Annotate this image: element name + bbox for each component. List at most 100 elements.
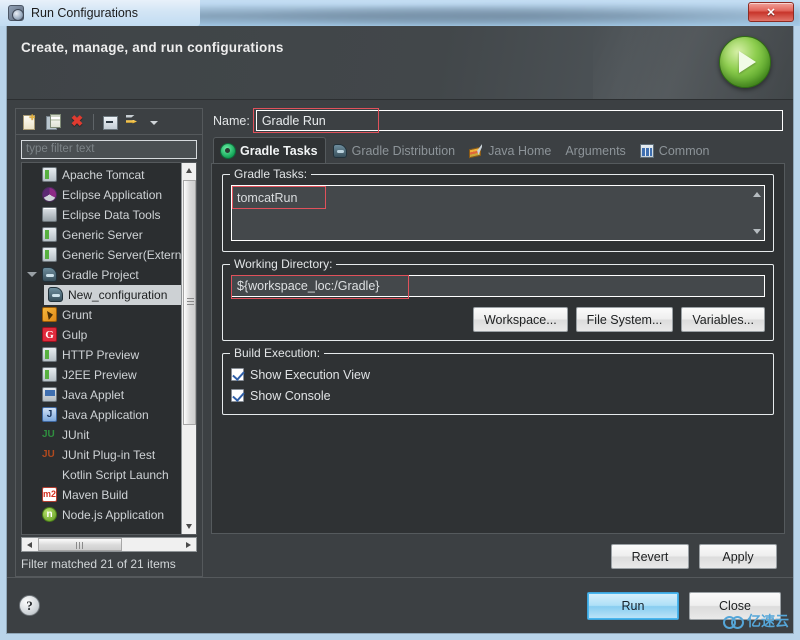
tree-item[interactable]: J2EE Preview <box>22 365 181 385</box>
blank-icon <box>42 467 57 482</box>
checkbox-label: Show Execution View <box>250 367 370 382</box>
common-icon <box>639 144 654 158</box>
tab-gradle-tasks[interactable]: Gradle Tasks <box>213 137 326 163</box>
scroll-down-arrow-icon[interactable] <box>181 519 196 534</box>
run-configurations-icon <box>8 5 24 21</box>
data-tools-icon <box>42 207 57 222</box>
gradle-icon <box>42 267 57 282</box>
tree-item[interactable]: Eclipse Application <box>22 185 181 205</box>
tree-twisty-placeholder <box>26 489 37 500</box>
junit-plugin-icon: JU <box>42 449 55 460</box>
tree-twisty-placeholder <box>26 429 37 440</box>
tree-twisty-placeholder <box>26 409 37 420</box>
tree-item-label: JUnit <box>62 427 90 442</box>
eclipse-icon <box>42 187 57 202</box>
working-directory-group-label: Working Directory: <box>230 257 337 271</box>
name-input[interactable] <box>255 110 783 131</box>
tree-twisty-placeholder <box>26 209 37 220</box>
gradle-tasks-input[interactable] <box>231 185 750 241</box>
new-configuration-icon[interactable] <box>20 111 38 131</box>
dialog-footer: ? Run Close 亿速云 <box>7 577 793 633</box>
checkbox-row[interactable]: Show Console <box>231 385 765 406</box>
tree-twisty-placeholder <box>26 349 37 360</box>
tree-vertical-scrollbar[interactable] <box>181 162 196 534</box>
tree-item[interactable]: Kotlin Script Launch <box>22 465 181 485</box>
configurations-pane: ✖ Apache Tomcat Eclipse Application Eclips… <box>15 108 203 577</box>
filter-input[interactable] <box>21 139 197 159</box>
tree-item[interactable]: Generic Server <box>22 225 181 245</box>
tree-item[interactable]: New_configuration <box>44 284 181 305</box>
chevron-down-icon[interactable] <box>149 113 159 131</box>
server-icon <box>42 247 57 262</box>
tree-twisty-placeholder <box>26 189 37 200</box>
tree-item-label: Generic Server <box>62 227 143 242</box>
tree-item[interactable]: G Gulp <box>22 325 181 345</box>
tree-item[interactable]: Eclipse Data Tools <box>22 205 181 225</box>
banner-title: Create, manage, and run configurations <box>21 40 284 55</box>
workspace-button[interactable]: Workspace... <box>472 307 568 332</box>
tab-arguments[interactable]: Arguments <box>558 139 632 163</box>
nodejs-icon: n <box>42 507 57 522</box>
working-directory-input-wrapper <box>231 275 765 299</box>
tree-item[interactable]: Apache Tomcat <box>22 165 181 185</box>
working-directory-buttons: Workspace... File System... Variables... <box>231 307 765 332</box>
scroll-left-arrow-icon[interactable] <box>22 538 36 551</box>
help-icon[interactable]: ? <box>19 595 40 616</box>
tree-item[interactable]: Gradle Project <box>22 265 181 285</box>
tree-item-label: JUnit Plug-in Test <box>62 447 156 462</box>
gradle-tasks-scrollbar[interactable] <box>750 185 765 241</box>
tree-twisty-placeholder <box>26 449 37 460</box>
close-window-button[interactable]: ✕ <box>748 2 794 22</box>
tree-item[interactable]: JU JUnit <box>22 425 181 445</box>
build-execution-group: Build Execution: Show Execution View Show… <box>222 346 774 415</box>
working-directory-input[interactable] <box>231 275 765 297</box>
tree-item-label: J2EE Preview <box>62 367 137 382</box>
tree-item[interactable]: m2 Maven Build <box>22 485 181 505</box>
tree-item[interactable]: Java Applet <box>22 385 181 405</box>
server-icon <box>42 167 57 182</box>
tree-item[interactable]: J Java Application <box>22 405 181 425</box>
tree-horizontal-scrollbar[interactable] <box>21 537 197 552</box>
filter-launch-icon[interactable] <box>125 113 143 131</box>
tab-gradle-distribution[interactable]: Gradle Distribution <box>326 139 463 163</box>
checkbox-show-console[interactable] <box>231 389 244 402</box>
duplicate-icon[interactable] <box>44 113 62 131</box>
tab-label: Arguments <box>565 144 626 158</box>
scroll-up-arrow-icon[interactable] <box>181 162 196 178</box>
checkbox-row[interactable]: Show Execution View <box>231 364 765 385</box>
tasks-scroll-up-icon[interactable] <box>753 192 761 197</box>
tree-expand-arrow-icon[interactable] <box>26 269 37 280</box>
tree-twisty-placeholder <box>26 329 37 340</box>
tab-java-home[interactable]: Java Home <box>462 139 558 163</box>
file-system-button[interactable]: File System... <box>575 307 674 332</box>
name-row: Name: <box>211 108 785 137</box>
tree-item-label: Java Applet <box>62 387 125 402</box>
tree-item[interactable]: n Node.js Application <box>22 505 181 525</box>
apply-button[interactable]: Apply <box>699 544 777 569</box>
tree-item-label: Gulp <box>62 327 88 342</box>
tree-item-label: Gradle Project <box>62 267 139 282</box>
close-button[interactable]: Close <box>689 591 781 620</box>
tree-item-label: New_configuration <box>68 287 168 302</box>
java-applet-icon <box>42 387 57 402</box>
tree-scroll-thumb[interactable] <box>183 179 196 425</box>
tree-item[interactable]: Grunt <box>22 305 181 325</box>
configuration-tabs[interactable]: Gradle Tasks Gradle Distribution Java Home… <box>211 137 785 163</box>
tree-item[interactable]: JU JUnit Plug-in Test <box>22 445 181 465</box>
revert-button[interactable]: Revert <box>611 544 689 569</box>
tasks-scroll-down-icon[interactable] <box>753 229 761 234</box>
tree-item-label: Apache Tomcat <box>62 167 145 182</box>
delete-icon[interactable]: ✖ <box>68 113 86 131</box>
run-button[interactable]: Run <box>587 591 679 620</box>
collapse-all-icon[interactable] <box>101 113 119 131</box>
tree-item[interactable]: HTTP Preview <box>22 345 181 365</box>
scroll-right-arrow-icon[interactable] <box>182 538 196 551</box>
checkbox-show-execution-view[interactable] <box>231 368 244 381</box>
name-label: Name: <box>213 113 250 128</box>
configurations-tree[interactable]: Apache Tomcat Eclipse Application Eclipse … <box>22 163 181 535</box>
tree-hscroll-thumb[interactable] <box>38 538 122 551</box>
variables-button[interactable]: Variables... <box>681 307 765 332</box>
tab-common[interactable]: Common <box>633 139 717 163</box>
tree-twisty-placeholder <box>26 369 37 380</box>
tree-item[interactable]: Generic Server(Externa <box>22 245 181 265</box>
